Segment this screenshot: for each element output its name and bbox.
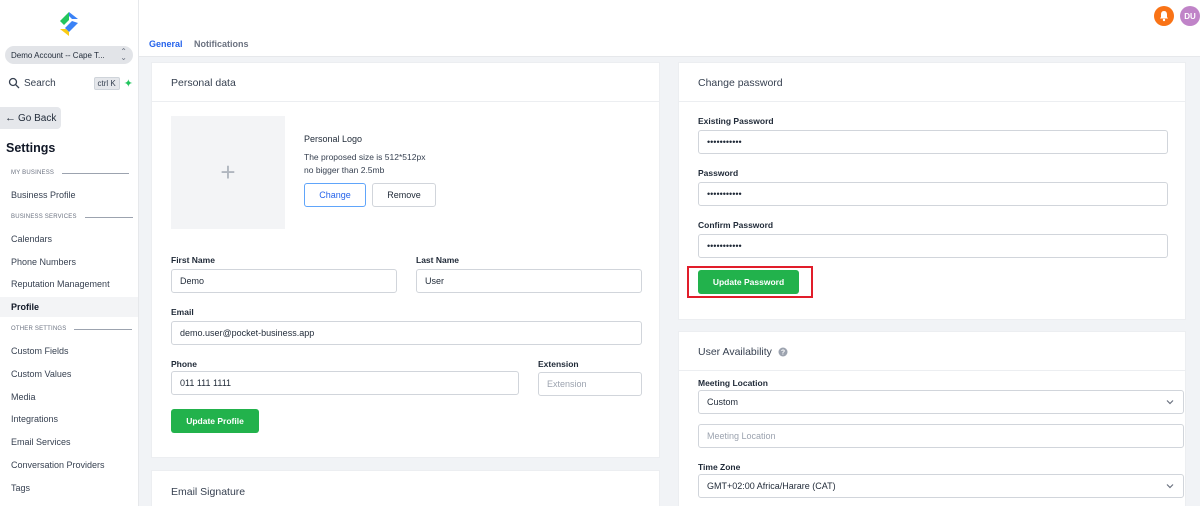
existing-password-label: Existing Password <box>698 116 774 126</box>
time-zone-select[interactable]: GMT+02:00 Africa/Harare (CAT) <box>698 474 1184 498</box>
bell-icon <box>1160 11 1168 22</box>
sidebar-item-business-profile[interactable]: Business Profile <box>0 185 138 205</box>
sidebar-item-reputation-management[interactable]: Reputation Management <box>0 274 138 294</box>
sidebar: Demo Account -- Cape T... ⌃ ⌄ Search ctrl… <box>0 0 139 506</box>
search-bar[interactable]: Search ctrl K ✦ <box>5 73 133 93</box>
sidebar-item-calendars[interactable]: Calendars <box>0 229 138 249</box>
sidebar-item-conversation-providers[interactable]: Conversation Providers <box>0 455 138 475</box>
section-business-services: BUSINESS SERVICES <box>11 214 133 220</box>
change-password-card: Change password Existing Password ••••••… <box>678 62 1186 320</box>
chevron-down-icon <box>1166 400 1174 405</box>
meeting-location-select[interactable]: Custom <box>698 390 1184 414</box>
user-availability-card: User Availability ? Meeting Location Cus… <box>678 331 1186 506</box>
first-name-label: First Name <box>171 255 215 265</box>
update-password-button[interactable]: Update Password <box>698 270 799 294</box>
meeting-location-value: Custom <box>707 397 739 407</box>
remove-logo-button[interactable]: Remove <box>372 183 436 207</box>
existing-password-input[interactable]: ••••••••••• <box>698 130 1168 154</box>
meeting-location-label: Meeting Location <box>698 378 768 388</box>
notifications-bell-button[interactable] <box>1154 6 1174 26</box>
update-profile-button[interactable]: Update Profile <box>171 409 259 433</box>
first-name-input[interactable]: Demo <box>171 269 397 293</box>
top-bar: General Notifications DU <box>139 0 1200 57</box>
account-name: Demo Account -- Cape T... <box>11 50 105 60</box>
arrow-left-icon: ← <box>5 112 16 124</box>
email-signature-title: Email Signature <box>171 486 246 498</box>
go-back-button[interactable]: ← Go Back <box>0 107 61 129</box>
go-back-label: Go Back <box>18 112 57 124</box>
sidebar-item-tags[interactable]: Tags <box>0 478 138 498</box>
logo-hint-weight: no bigger than 2.5mb <box>304 165 385 175</box>
password-input[interactable]: ••••••••••• <box>698 182 1168 206</box>
chevron-updown-icon: ⌃ ⌄ <box>120 47 127 62</box>
chevron-down-icon <box>1166 484 1174 489</box>
user-availability-title: User Availability ? <box>698 346 788 358</box>
logo-upload-area[interactable]: + <box>171 116 285 229</box>
svg-text:?: ? <box>781 350 785 357</box>
change-logo-button[interactable]: Change <box>304 183 366 207</box>
sidebar-item-phone-numbers[interactable]: Phone Numbers <box>0 252 138 272</box>
logo-hint-size: The proposed size is 512*512px <box>304 152 426 162</box>
sidebar-item-custom-fields[interactable]: Custom Fields <box>0 341 138 361</box>
plus-icon: + <box>220 157 236 187</box>
phone-input[interactable]: 011 111 1111 <box>171 371 519 395</box>
section-other-settings: OTHER SETTINGS <box>11 326 133 332</box>
search-shortcut: ctrl K <box>93 76 120 90</box>
personal-data-card: Personal data + Personal Logo The propos… <box>151 62 660 458</box>
email-input[interactable]: demo.user@pocket-business.app <box>171 321 642 345</box>
sidebar-item-email-services[interactable]: Email Services <box>0 432 138 452</box>
search-label: Search <box>24 77 56 89</box>
personal-logo-title: Personal Logo <box>304 134 363 144</box>
user-avatar[interactable]: DU <box>1180 6 1200 26</box>
tab-general[interactable]: General <box>149 39 183 49</box>
help-icon[interactable]: ? <box>778 347 788 357</box>
confirm-password-input[interactable]: ••••••••••• <box>698 234 1168 258</box>
sidebar-item-profile[interactable]: Profile <box>0 297 138 317</box>
password-label: Password <box>698 168 739 178</box>
email-label: Email <box>171 307 194 317</box>
sparkle-icon[interactable]: ✦ <box>124 77 133 90</box>
sidebar-item-media[interactable]: Media <box>0 387 138 407</box>
settings-title: Settings <box>6 141 56 155</box>
phone-label: Phone <box>171 359 197 369</box>
search-icon <box>8 77 20 89</box>
sidebar-item-integrations[interactable]: Integrations <box>0 409 138 429</box>
time-zone-label: Time Zone <box>698 462 741 472</box>
extension-input[interactable]: Extension <box>538 372 642 396</box>
confirm-password-label: Confirm Password <box>698 220 774 230</box>
meeting-location-input[interactable]: Meeting Location <box>698 424 1184 448</box>
last-name-input[interactable]: User <box>416 269 642 293</box>
time-zone-value: GMT+02:00 Africa/Harare (CAT) <box>707 481 836 491</box>
extension-label: Extension <box>538 359 579 369</box>
change-password-title: Change password <box>698 77 783 89</box>
app-logo-icon[interactable] <box>58 12 80 36</box>
section-my-business: MY BUSINESS <box>11 170 130 176</box>
sidebar-item-custom-values[interactable]: Custom Values <box>0 364 138 384</box>
last-name-label: Last Name <box>416 255 459 265</box>
account-switcher[interactable]: Demo Account -- Cape T... ⌃ ⌄ <box>5 46 133 64</box>
personal-data-title: Personal data <box>171 77 236 89</box>
email-signature-card: Email Signature <box>151 470 660 506</box>
tab-notifications[interactable]: Notifications <box>194 39 249 49</box>
